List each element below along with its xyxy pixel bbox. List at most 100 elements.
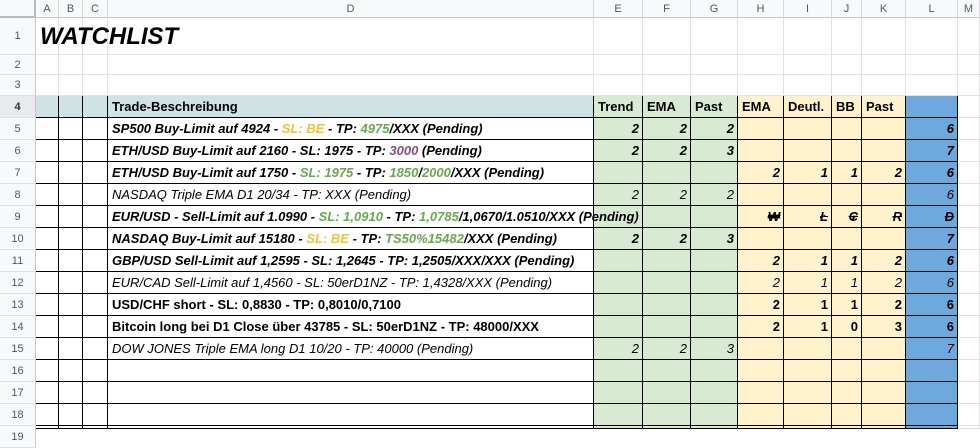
cell[interactable] xyxy=(59,316,83,338)
column-header-c[interactable]: C xyxy=(83,0,108,18)
row-header-9[interactable]: 9 xyxy=(0,206,36,228)
cell[interactable] xyxy=(832,55,862,75)
cell[interactable] xyxy=(59,140,83,162)
cell[interactable] xyxy=(906,18,958,55)
cell[interactable] xyxy=(738,75,784,96)
cell[interactable] xyxy=(832,118,862,140)
cell[interactable] xyxy=(643,360,691,382)
cell[interactable] xyxy=(832,360,862,382)
cell[interactable] xyxy=(784,55,832,75)
cell[interactable] xyxy=(36,382,59,404)
cell[interactable] xyxy=(83,96,108,118)
cell[interactable] xyxy=(36,316,59,338)
cell[interactable] xyxy=(958,118,980,140)
cell[interactable] xyxy=(643,18,691,55)
cell[interactable] xyxy=(906,360,958,382)
cell[interactable] xyxy=(594,382,643,404)
cell[interactable] xyxy=(862,338,906,360)
cell[interactable] xyxy=(59,55,83,75)
cell[interactable] xyxy=(36,250,59,272)
cell[interactable] xyxy=(83,184,108,206)
cell[interactable] xyxy=(958,206,980,228)
row-header-8[interactable]: 8 xyxy=(0,184,36,206)
cell[interactable] xyxy=(784,338,832,360)
cell[interactable] xyxy=(643,75,691,96)
cell[interactable] xyxy=(59,338,83,360)
cell[interactable] xyxy=(906,404,958,426)
cell[interactable] xyxy=(36,184,59,206)
cell[interactable] xyxy=(738,338,784,360)
cell[interactable] xyxy=(36,75,59,96)
cell[interactable] xyxy=(958,316,980,338)
cell[interactable] xyxy=(832,228,862,250)
row-header-2[interactable]: 2 xyxy=(0,55,36,75)
cell[interactable] xyxy=(958,294,980,316)
cell[interactable] xyxy=(958,55,980,75)
cell[interactable] xyxy=(36,55,59,75)
column-header-g[interactable]: G xyxy=(691,0,738,18)
cell[interactable] xyxy=(738,18,784,55)
cell[interactable] xyxy=(958,140,980,162)
cell[interactable] xyxy=(36,272,59,294)
cell[interactable] xyxy=(36,294,59,316)
column-header-m[interactable]: M xyxy=(958,0,980,18)
row-header-16[interactable]: 16 xyxy=(0,360,36,382)
column-header-i[interactable]: I xyxy=(784,0,832,18)
cell[interactable] xyxy=(691,404,738,426)
cell[interactable] xyxy=(83,382,108,404)
cell[interactable] xyxy=(832,184,862,206)
row-header-1[interactable]: 1 xyxy=(0,18,36,55)
cell[interactable] xyxy=(958,228,980,250)
cell[interactable] xyxy=(108,382,594,404)
cell[interactable] xyxy=(832,75,862,96)
cell[interactable] xyxy=(83,404,108,426)
cell[interactable] xyxy=(832,18,862,55)
row-header-19[interactable]: 19 xyxy=(0,426,36,448)
cell[interactable] xyxy=(83,162,108,184)
cell[interactable] xyxy=(59,184,83,206)
cell[interactable] xyxy=(83,206,108,228)
cell[interactable] xyxy=(691,382,738,404)
cell[interactable] xyxy=(36,360,59,382)
column-header-b[interactable]: B xyxy=(59,0,83,18)
row-header-3[interactable]: 3 xyxy=(0,75,36,96)
cell[interactable] xyxy=(83,228,108,250)
cell[interactable] xyxy=(594,360,643,382)
cell[interactable] xyxy=(958,162,980,184)
row-header-5[interactable]: 5 xyxy=(0,118,36,140)
row-header-12[interactable]: 12 xyxy=(0,272,36,294)
column-header-l[interactable]: L xyxy=(906,0,958,18)
cell[interactable] xyxy=(83,140,108,162)
cell[interactable] xyxy=(862,382,906,404)
cell[interactable] xyxy=(958,184,980,206)
column-header-a[interactable]: A xyxy=(36,0,59,18)
cell[interactable] xyxy=(862,18,906,55)
cell[interactable] xyxy=(36,118,59,140)
cell[interactable] xyxy=(108,55,594,75)
cell[interactable] xyxy=(83,55,108,75)
cell[interactable] xyxy=(832,382,862,404)
cell[interactable] xyxy=(862,404,906,426)
cell[interactable] xyxy=(594,55,643,75)
row-header-11[interactable]: 11 xyxy=(0,250,36,272)
cell[interactable] xyxy=(784,382,832,404)
cell[interactable] xyxy=(59,272,83,294)
select-all-corner[interactable] xyxy=(0,0,36,18)
cell[interactable] xyxy=(36,206,59,228)
column-header-j[interactable]: J xyxy=(832,0,862,18)
cell[interactable] xyxy=(862,184,906,206)
cell[interactable] xyxy=(906,55,958,75)
column-header-f[interactable]: F xyxy=(643,0,691,18)
cell[interactable] xyxy=(832,140,862,162)
cell[interactable] xyxy=(738,404,784,426)
cell[interactable] xyxy=(36,338,59,360)
cell[interactable] xyxy=(59,250,83,272)
row-header-13[interactable]: 13 xyxy=(0,294,36,316)
cell[interactable] xyxy=(59,294,83,316)
cell[interactable] xyxy=(59,360,83,382)
cell[interactable] xyxy=(958,96,980,118)
cell[interactable] xyxy=(36,96,59,118)
row-header-18[interactable]: 18 xyxy=(0,404,36,426)
cell[interactable] xyxy=(59,118,83,140)
cell[interactable] xyxy=(738,228,784,250)
